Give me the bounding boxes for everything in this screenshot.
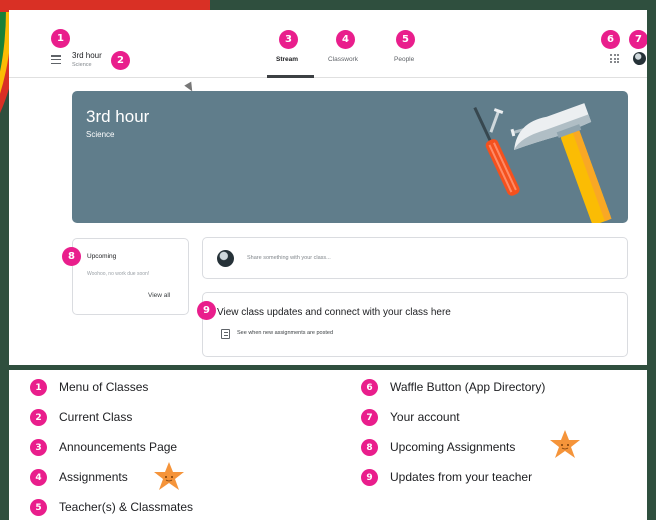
stream-updates-card: View class updates and connect with your… — [202, 292, 628, 357]
banner-title: 3rd hour — [86, 107, 150, 126]
account-avatar[interactable] — [633, 52, 646, 65]
legend-badge: 9 — [361, 469, 378, 487]
badge-7: 7 — [629, 30, 647, 49]
waffle-icon[interactable] — [610, 54, 619, 63]
assignment-icon — [221, 329, 230, 339]
class-banner: 3rd hour Science — [72, 91, 628, 223]
legend-badge: 8 — [361, 439, 378, 457]
legend-badge: 7 — [361, 409, 378, 427]
legend-item-8: 8 Upcoming Assignments — [361, 439, 515, 459]
legend-item-6: 6 Waffle Button (App Directory) — [361, 379, 545, 399]
badge-3: 3 — [279, 30, 298, 49]
badge-9: 9 — [197, 301, 216, 320]
legend-text: Teacher(s) & Classmates — [59, 500, 194, 514]
legend-item-7: 7 Your account — [361, 409, 460, 429]
legend-text: Updates from your teacher — [390, 470, 533, 484]
legend-text: Current Class — [59, 410, 133, 424]
share-box[interactable]: Share something with your class... — [202, 237, 628, 279]
star-icon — [154, 462, 184, 490]
legend-item-2: 2 Current Class — [30, 409, 132, 429]
legend-text: Menu of Classes — [59, 380, 149, 394]
top-bar: 3rd hour Science Stream Classwork People — [9, 10, 647, 78]
star-icon — [550, 430, 580, 458]
legend-badge: 4 — [30, 469, 47, 487]
current-class-subject: Science — [72, 62, 92, 68]
legend-text: Upcoming Assignments — [390, 440, 516, 454]
upcoming-title: Upcoming — [87, 253, 117, 260]
upcoming-note: Woohoo, no work due soon! — [87, 271, 150, 277]
badge-1: 1 — [51, 29, 70, 48]
badge-2: 2 — [111, 51, 130, 70]
legend-text: Assignments — [59, 470, 128, 484]
legend-text: Announcements Page — [59, 440, 178, 454]
legend-item-5: 5 Teacher(s) & Classmates — [30, 499, 193, 519]
menu-icon[interactable] — [51, 55, 61, 65]
legend-panel: 1 Menu of Classes 2 Current Class 3 Anno… — [9, 370, 647, 520]
updates-title: View class updates and connect with your… — [217, 307, 451, 318]
tab-people[interactable]: People — [394, 56, 414, 63]
tab-stream[interactable]: Stream — [276, 56, 298, 63]
legend-item-9: 9 Updates from your teacher — [361, 469, 532, 489]
badge-8: 8 — [62, 247, 81, 266]
badge-5: 5 — [396, 30, 415, 49]
legend-item-4: 4 Assignments — [30, 469, 128, 489]
updates-subtitle: See when new assignments are posted — [237, 330, 334, 336]
share-avatar — [217, 250, 234, 267]
legend-item-3: 3 Announcements Page — [30, 439, 177, 459]
tab-classwork[interactable]: Classwork — [328, 56, 358, 63]
tools-illustration-icon — [473, 103, 612, 223]
legend-badge: 6 — [361, 379, 378, 397]
legend-badge: 2 — [30, 409, 47, 427]
view-all-link[interactable]: View all — [148, 292, 170, 299]
current-class-name[interactable]: 3rd hour — [72, 51, 102, 60]
upcoming-card: Upcoming Woohoo, no work due soon! View … — [72, 238, 189, 315]
badge-6: 6 — [601, 30, 620, 49]
legend-badge: 1 — [30, 379, 47, 397]
legend-badge: 3 — [30, 439, 47, 457]
share-placeholder[interactable]: Share something with your class... — [247, 255, 331, 261]
legend-text: Your account — [390, 410, 460, 424]
badge-4: 4 — [336, 30, 355, 49]
classroom-screenshot: 3rd hour Science Stream Classwork People… — [9, 10, 647, 365]
legend-badge: 5 — [30, 499, 47, 517]
legend-item-1: 1 Menu of Classes — [30, 379, 148, 399]
active-tab-indicator — [267, 75, 314, 78]
legend-text: Waffle Button (App Directory) — [390, 380, 546, 394]
banner-subtitle: Science — [86, 130, 115, 139]
